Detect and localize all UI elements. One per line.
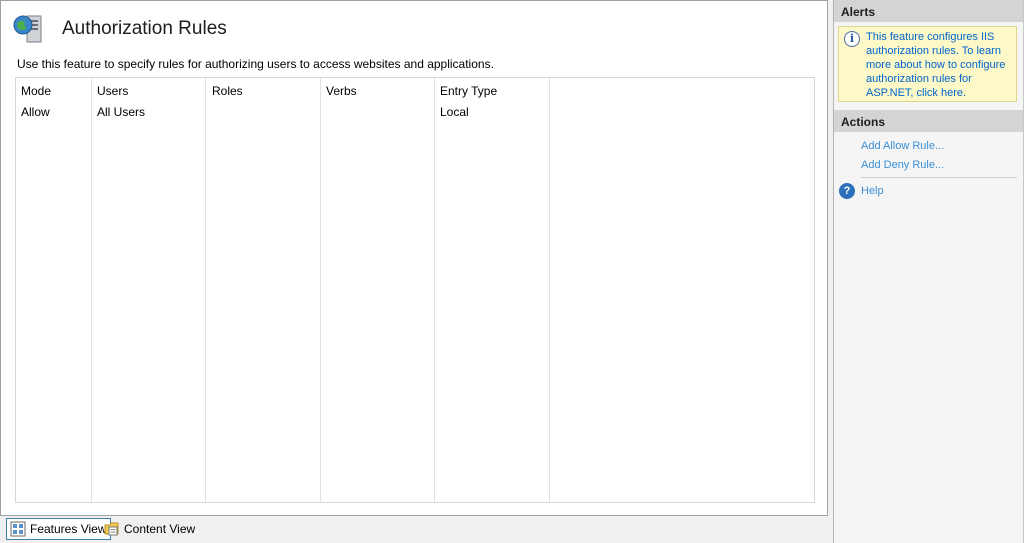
features-view-tab[interactable]: Features View	[6, 518, 112, 540]
page-header: Authorization Rules	[13, 13, 227, 45]
main-content-pane: Authorization Rules Use this feature to …	[0, 0, 828, 516]
help-label: Help	[861, 185, 884, 197]
column-roles: Roles	[206, 78, 321, 502]
alert-message-link[interactable]: This feature configures IIS authorizatio…	[866, 30, 1012, 99]
column-header-entry-type[interactable]: Entry Type	[440, 84, 497, 98]
view-switcher: Features View Content View	[0, 516, 828, 543]
add-allow-rule-link[interactable]: Add Allow Rule...	[834, 137, 1023, 156]
help-link[interactable]: ? Help	[834, 181, 1023, 201]
column-header-verbs[interactable]: Verbs	[326, 84, 357, 98]
actions-list: Add Allow Rule... Add Deny Rule... ? Hel…	[834, 132, 1023, 201]
info-icon: i	[844, 31, 860, 47]
column-header-mode[interactable]: Mode	[21, 84, 51, 98]
cell-entry-type: Local	[440, 105, 469, 119]
page-description: Use this feature to specify rules for au…	[17, 57, 494, 71]
column-entry-type: Entry Type	[435, 78, 550, 502]
cell-mode: Allow	[21, 105, 50, 119]
features-view-label: Features View	[30, 522, 107, 536]
column-header-users[interactable]: Users	[97, 84, 128, 98]
cell-users: All Users	[97, 105, 146, 119]
content-view-tab[interactable]: Content View	[101, 518, 199, 540]
column-users: Users	[92, 78, 206, 502]
page-title: Authorization Rules	[62, 18, 227, 39]
alert-box: i This feature configures IIS authorizat…	[838, 26, 1017, 102]
column-mode: Mode	[16, 78, 92, 502]
rules-grid[interactable]: Mode Users Roles Verbs Entry Type Allow …	[15, 77, 815, 503]
column-header-roles[interactable]: Roles	[212, 84, 243, 98]
actions-divider	[861, 177, 1017, 178]
authorization-server-icon	[13, 13, 47, 45]
actions-pane: Alerts i This feature configures IIS aut…	[833, 0, 1024, 543]
content-view-icon	[104, 521, 120, 537]
add-deny-rule-link[interactable]: Add Deny Rule...	[834, 156, 1023, 175]
help-icon: ?	[839, 183, 855, 199]
alerts-header: Alerts	[834, 0, 1023, 22]
features-view-icon	[10, 521, 26, 537]
content-view-label: Content View	[124, 522, 196, 536]
column-verbs: Verbs	[321, 78, 435, 502]
actions-header: Actions	[834, 110, 1023, 132]
